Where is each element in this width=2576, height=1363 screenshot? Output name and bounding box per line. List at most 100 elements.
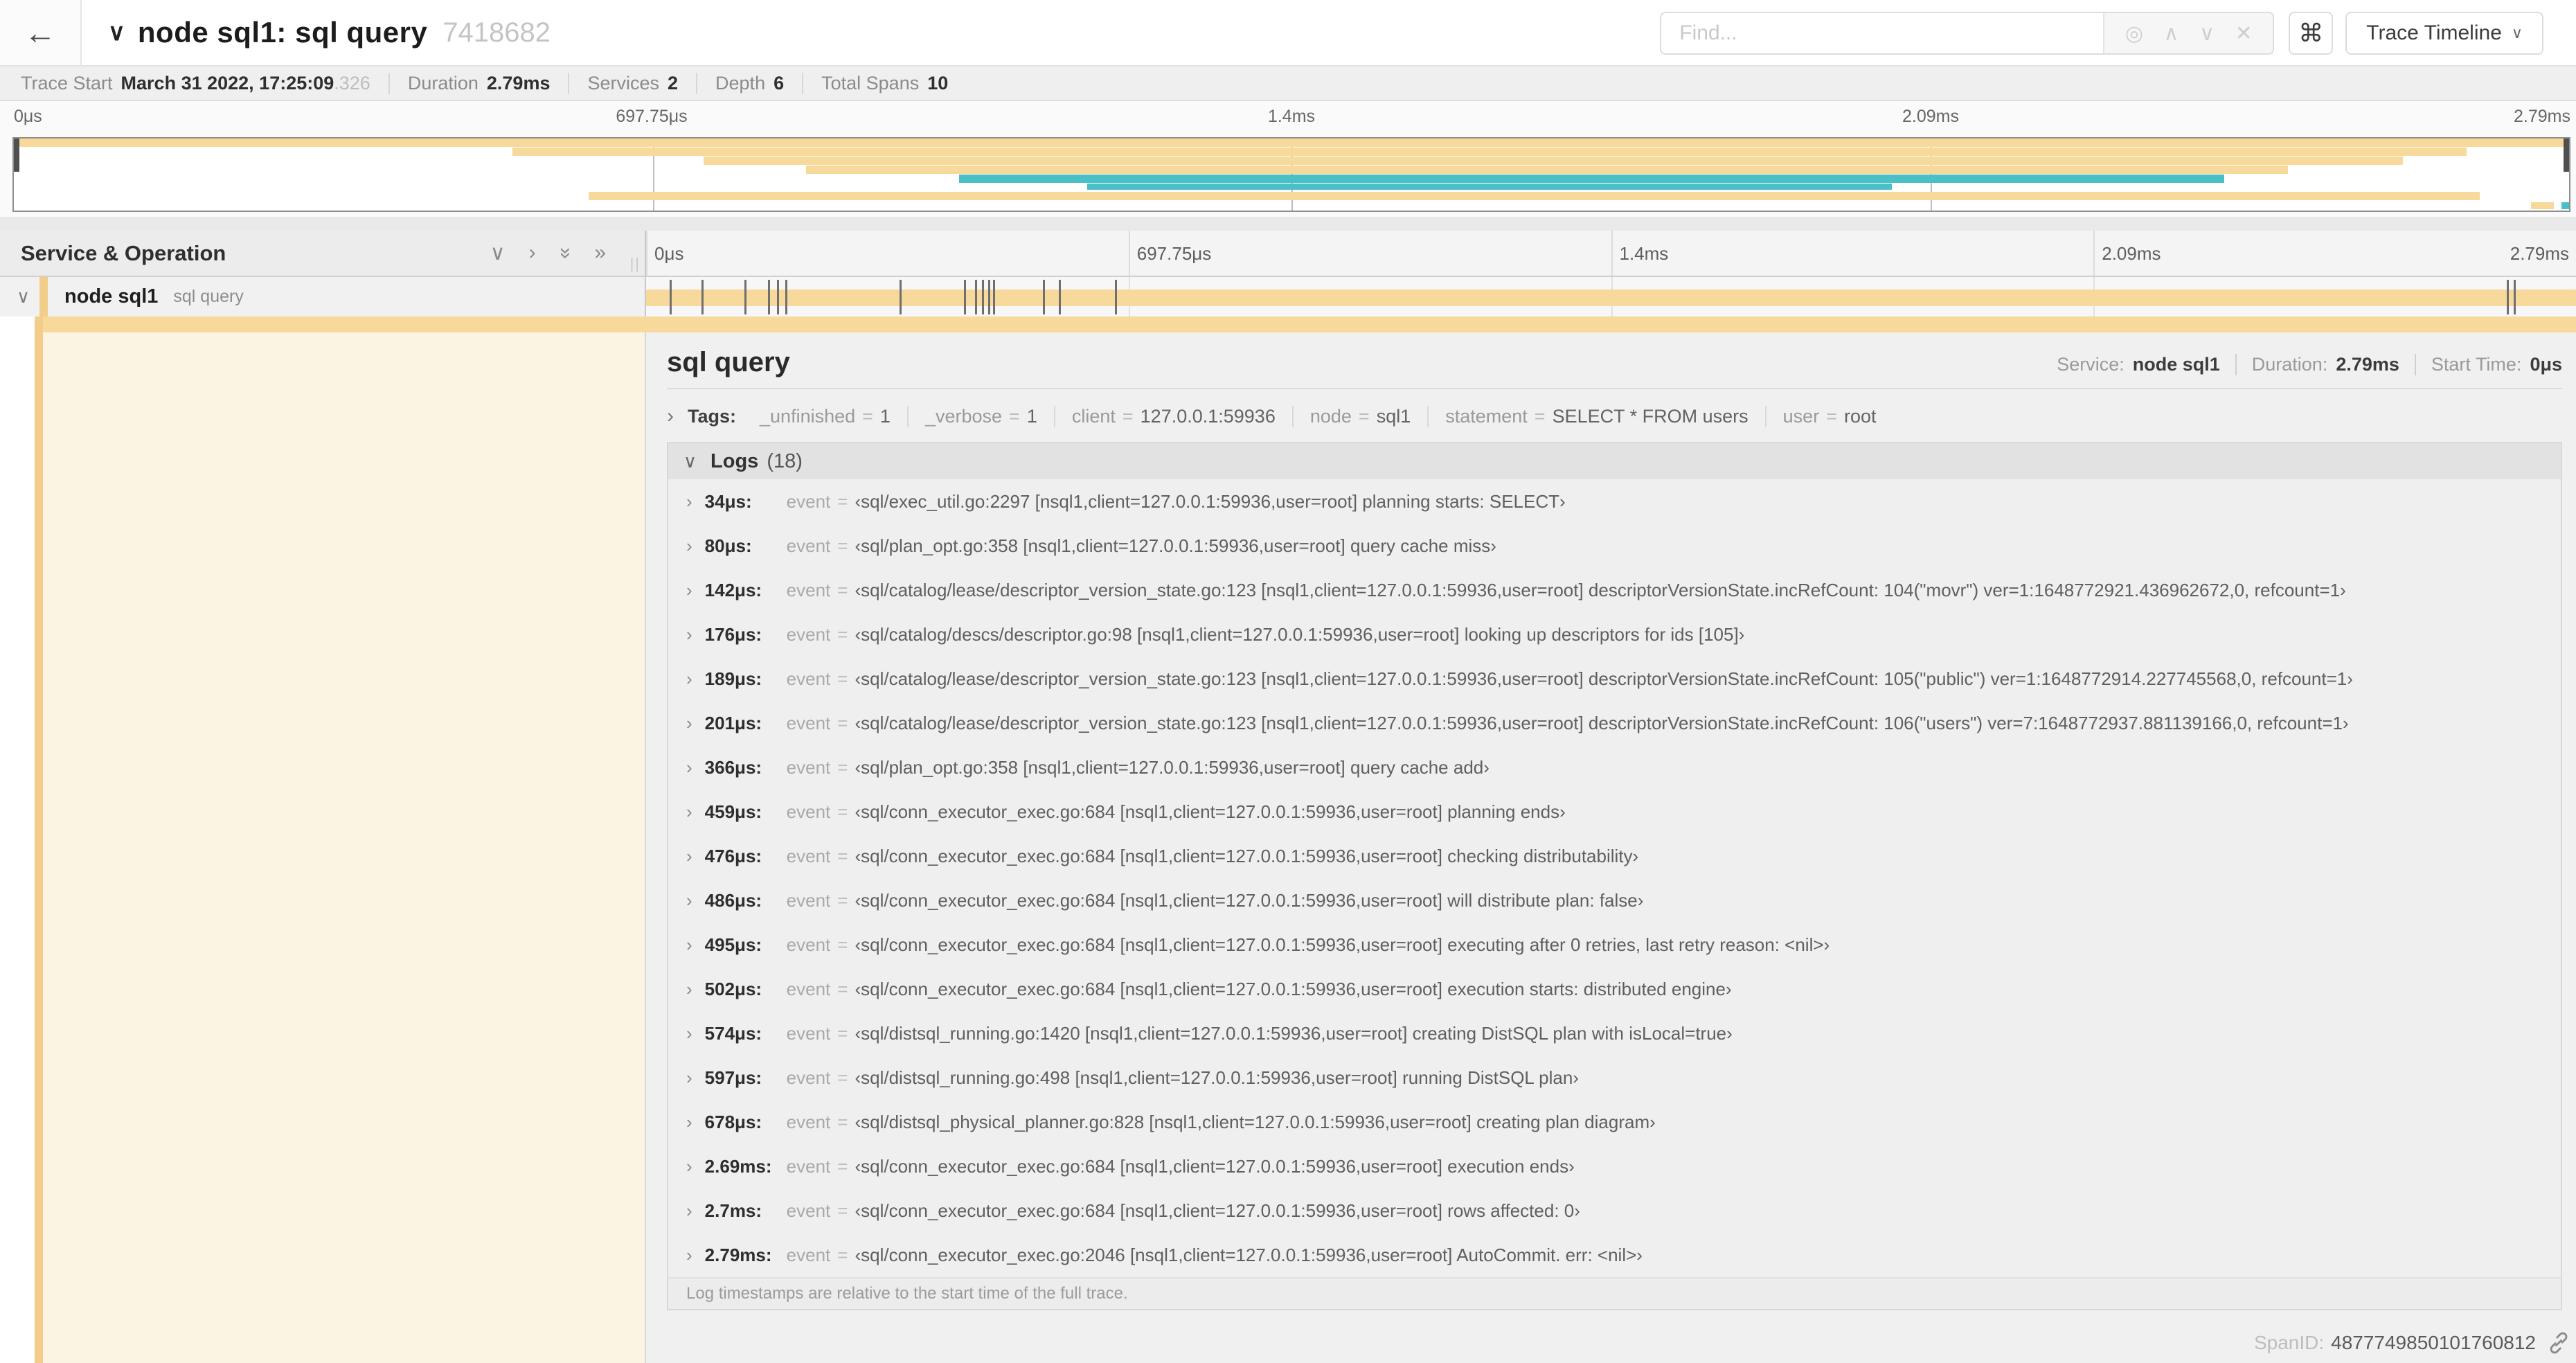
log-expand-icon[interactable]: › <box>686 1156 692 1177</box>
next-result-icon[interactable]: ∨ <box>2199 21 2215 46</box>
log-row[interactable]: › 2.7ms: event = ‹sql/conn_executor_exec… <box>668 1188 2561 1233</box>
trace-timeline-label: Trace Timeline <box>2366 21 2502 44</box>
span-row-name-cell[interactable]: ∨ node sql1 sql query <box>0 277 646 317</box>
logs-footnote: Log timestamps are relative to the start… <box>668 1277 2561 1309</box>
log-value: ‹sql/conn_executor_exec.go:684 [nsql1,cl… <box>855 845 1639 866</box>
log-row[interactable]: › 176μs: event = ‹sql/catalog/descs/desc… <box>668 612 2561 657</box>
log-expand-icon[interactable]: › <box>686 1112 692 1133</box>
log-expand-icon[interactable]: › <box>686 934 692 956</box>
log-key: event <box>786 668 831 689</box>
log-value: ‹sql/conn_executor_exec.go:684 [nsql1,cl… <box>855 801 1566 822</box>
trace-timeline-button[interactable]: Trace Timeline ∨ <box>2345 12 2543 55</box>
log-key: event <box>786 712 831 733</box>
minimap-tick-0: 0μs <box>14 107 42 126</box>
prev-result-icon[interactable]: ∧ <box>2164 21 2179 46</box>
log-timestamp: 476μs: <box>704 845 762 866</box>
collapse-one-icon[interactable]: ∨ <box>490 241 506 265</box>
log-value: ‹sql/catalog/descs/descriptor.go:98 [nsq… <box>855 623 1745 645</box>
log-row[interactable]: › 495μs: event = ‹sql/conn_executor_exec… <box>668 923 2561 967</box>
log-expand-icon[interactable]: › <box>686 535 692 557</box>
log-value: ‹sql/conn_executor_exec.go:684 [nsql1,cl… <box>855 1200 1580 1221</box>
log-row[interactable]: › 2.69ms: event = ‹sql/conn_executor_exe… <box>668 1144 2561 1188</box>
log-expand-icon[interactable]: › <box>686 668 692 690</box>
collapse-all-icon[interactable]: » <box>553 247 577 259</box>
log-row[interactable]: › 678μs: event = ‹sql/distsql_physical_p… <box>668 1100 2561 1144</box>
log-row[interactable]: › 574μs: event = ‹sql/distsql_running.go… <box>668 1011 2561 1055</box>
log-row[interactable]: › 189μs: event = ‹sql/catalog/lease/desc… <box>668 657 2561 701</box>
minimap-span-bar <box>589 191 2480 201</box>
minimap-span-bar <box>704 157 2404 166</box>
timeline-minimap: 0μs 697.75μs 1.4ms 2.09ms 2.79ms <box>0 101 2576 217</box>
log-expand-icon[interactable]: › <box>686 713 692 734</box>
detail-left-fill <box>43 317 646 1363</box>
crosshair-icon[interactable]: ◎ <box>2125 21 2143 46</box>
minimap-canvas[interactable] <box>12 137 2570 212</box>
tags-expand-icon[interactable]: › <box>667 404 674 428</box>
log-expand-icon[interactable]: › <box>686 801 692 823</box>
ruler-label-4: 2.79ms <box>2510 243 2569 264</box>
ruler-column-divider <box>2093 231 2095 276</box>
log-expand-icon[interactable]: › <box>686 1200 692 1222</box>
log-expand-icon[interactable]: › <box>686 1245 692 1266</box>
log-key: event <box>786 1200 831 1221</box>
log-key: event <box>786 1022 831 1044</box>
log-expand-icon[interactable]: › <box>686 580 692 601</box>
log-value: ‹sql/conn_executor_exec.go:684 [nsql1,cl… <box>855 934 1830 955</box>
span-row-timeline[interactable] <box>646 277 2576 317</box>
span-detail-section: sql query Service: node sql1 Duration: 2… <box>0 317 2576 1363</box>
detail-operation-title: sql query <box>667 347 790 377</box>
log-timestamp: 574μs: <box>704 1022 762 1044</box>
expand-all-icon[interactable]: » <box>594 241 606 265</box>
span-duration-bar[interactable] <box>646 289 2576 306</box>
log-expand-icon[interactable]: › <box>686 979 692 1000</box>
log-row[interactable]: › 80μs: event = ‹sql/plan_opt.go:358 [ns… <box>668 524 2561 568</box>
span-id-label: SpanID: <box>2253 1332 2325 1353</box>
minimap-tick-2: 1.4ms <box>1267 107 1316 126</box>
log-row[interactable]: › 34μs: event = ‹sql/exec_util.go:2297 [… <box>668 479 2561 524</box>
span-color-accent <box>39 277 48 317</box>
expand-one-icon[interactable]: › <box>529 241 536 265</box>
span-collapse-icon[interactable]: ∨ <box>17 286 30 308</box>
log-key: event <box>786 845 831 866</box>
log-row[interactable]: › 476μs: event = ‹sql/conn_executor_exec… <box>668 834 2561 878</box>
trace-title: node sql1: sql query <box>137 16 428 48</box>
log-expand-icon[interactable]: › <box>686 846 692 867</box>
log-row[interactable]: › 142μs: event = ‹sql/catalog/lease/desc… <box>668 568 2561 612</box>
log-expand-icon[interactable]: › <box>686 1067 692 1089</box>
minimap-tick-4: 2.79ms <box>2514 107 2570 126</box>
log-row[interactable]: › 486μs: event = ‹sql/conn_executor_exec… <box>668 878 2561 923</box>
log-expand-icon[interactable]: › <box>686 1023 692 1044</box>
column-resize-grip[interactable]: || <box>630 255 641 273</box>
link-icon[interactable] <box>2547 1331 2570 1355</box>
chevron-down-icon: ∨ <box>2511 24 2523 42</box>
detail-span-bar-strip <box>43 317 2576 332</box>
collapse-trace-icon[interactable]: ∨ <box>108 19 125 46</box>
span-id-value: 4877749850101760812 <box>2331 1332 2536 1353</box>
find-box: ◎ ∧ ∨ ✕ <box>1660 12 2275 55</box>
back-button[interactable]: ← <box>0 0 82 65</box>
log-row[interactable]: › 366μs: event = ‹sql/plan_opt.go:358 [n… <box>668 745 2561 790</box>
log-row[interactable]: › 502μs: event = ‹sql/conn_executor_exec… <box>668 967 2561 1011</box>
log-row[interactable]: › 2.79ms: event = ‹sql/conn_executor_exe… <box>668 1233 2561 1277</box>
ruler-column-divider <box>1611 231 1613 276</box>
log-expand-icon[interactable]: › <box>686 491 692 513</box>
tags-row[interactable]: › Tags: _unfinished = 1 _verbose = 1 cli… <box>667 395 2562 438</box>
span-row: ∨ node sql1 sql query <box>0 277 2576 317</box>
logs-header[interactable]: ∨ Logs (18) <box>668 443 2561 479</box>
log-expand-icon[interactable]: › <box>686 624 692 645</box>
log-expand-icon[interactable]: › <box>686 890 692 911</box>
spacer-band <box>0 217 2576 231</box>
keyboard-shortcuts-button[interactable]: ⌘ <box>2289 12 2334 55</box>
tags-list: _unfinished = 1 _verbose = 1 client = 12… <box>743 405 1893 427</box>
log-key: event <box>786 1244 831 1265</box>
log-expand-icon[interactable]: › <box>686 757 692 778</box>
find-input[interactable] <box>1661 13 2104 53</box>
log-row[interactable]: › 459μs: event = ‹sql/conn_executor_exec… <box>668 790 2561 834</box>
detail-content: sql query Service: node sql1 Duration: 2… <box>667 332 2562 1363</box>
log-key: event <box>786 801 831 822</box>
minimap-left-scrubber[interactable] <box>14 139 19 172</box>
minimap-right-scrubber[interactable] <box>2564 139 2569 172</box>
log-row[interactable]: › 597μs: event = ‹sql/distsql_running.go… <box>668 1055 2561 1100</box>
clear-search-icon[interactable]: ✕ <box>2235 21 2253 46</box>
log-row[interactable]: › 201μs: event = ‹sql/catalog/lease/desc… <box>668 701 2561 745</box>
